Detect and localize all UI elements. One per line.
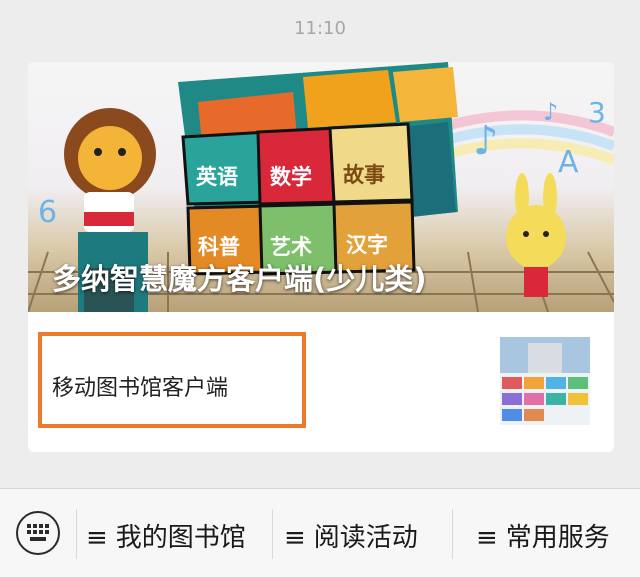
menu-icon: ≡ bbox=[476, 523, 498, 553]
menu-divider bbox=[272, 509, 273, 559]
menu-divider bbox=[76, 509, 77, 559]
menu-item-label: 常用服务 bbox=[505, 523, 610, 553]
menu-icon: ≡ bbox=[284, 523, 306, 553]
cube-label-math: 数学 bbox=[270, 165, 312, 189]
menu-item-label: 阅读活动 bbox=[313, 523, 418, 553]
cube-label-english: 英语 bbox=[196, 165, 238, 189]
keyboard-icon[interactable] bbox=[16, 511, 60, 555]
sub-article-title[interactable]: 移动图书馆客户端 bbox=[52, 370, 228, 402]
menu-item-label: 我的图书馆 bbox=[115, 523, 246, 553]
keyboard-glyph bbox=[27, 524, 49, 541]
status-time: 11:10 bbox=[294, 18, 346, 39]
svg-text:♪: ♪ bbox=[543, 98, 558, 126]
cube-label-story: 故事 bbox=[343, 163, 385, 187]
menu-item-common-services[interactable]: ≡ 常用服务 bbox=[476, 517, 610, 554]
sub-article-item[interactable]: 移动图书馆客户端 bbox=[28, 312, 614, 452]
article-banner[interactable]: ♪ ♪ A 3 6 英语 数学 故事 科普 艺术 汉字 多纳智慧魔方客户端(少儿… bbox=[28, 62, 614, 312]
svg-text:A: A bbox=[558, 145, 579, 180]
svg-text:6: 6 bbox=[38, 195, 57, 230]
cube-label-hanzi: 汉字 bbox=[346, 233, 388, 257]
menu-item-my-library[interactable]: ≡ 我的图书馆 bbox=[86, 517, 246, 554]
article-card[interactable]: ♪ ♪ A 3 6 英语 数学 故事 科普 艺术 汉字 多纳智慧魔方客户端(少儿… bbox=[28, 62, 614, 452]
menu-divider bbox=[452, 509, 453, 559]
svg-text:3: 3 bbox=[588, 96, 606, 129]
sub-article-thumbnail bbox=[500, 337, 590, 425]
menu-item-reading-activities[interactable]: ≡ 阅读活动 bbox=[284, 517, 418, 554]
bottom-menu-bar: ≡ 我的图书馆 ≡ 阅读活动 ≡ 常用服务 bbox=[0, 488, 640, 577]
menu-icon: ≡ bbox=[86, 523, 108, 553]
svg-text:♪: ♪ bbox=[473, 118, 499, 164]
article-title[interactable]: 多纳智慧魔方客户端(少儿类) bbox=[52, 256, 427, 298]
